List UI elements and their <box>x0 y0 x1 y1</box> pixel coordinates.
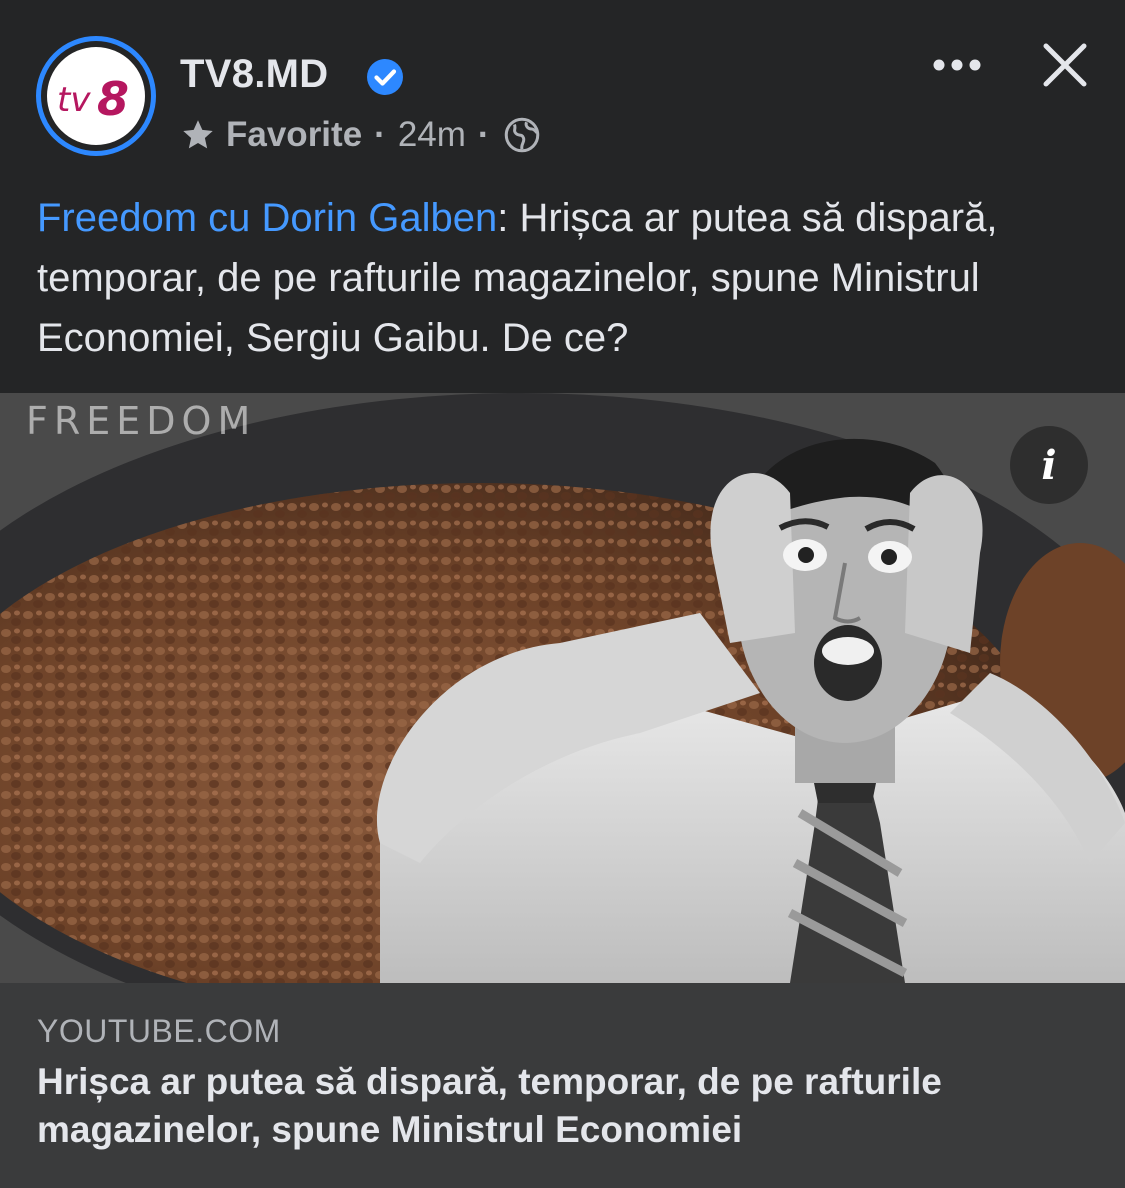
meta-separator: · <box>374 115 386 154</box>
close-button[interactable] <box>1036 36 1094 94</box>
globe-icon[interactable] <box>504 117 540 153</box>
close-icon <box>1043 43 1087 87</box>
post-meta: Favorite · 24m · <box>180 112 540 158</box>
post-timestamp[interactable]: 24m <box>398 115 466 155</box>
buckwheat-shocked-man-image <box>0 393 1125 983</box>
post-image[interactable]: FREEDOM i <box>0 393 1125 983</box>
link-preview-title[interactable]: Hrișca ar putea să dispară, temporar, de… <box>37 1058 1097 1154</box>
more-options-button[interactable] <box>926 40 988 90</box>
page-name[interactable]: TV8.MD <box>180 52 328 97</box>
link-preview-domain: YOUTUBE.COM <box>37 1013 281 1049</box>
page-avatar[interactable]: tv 8 <box>36 36 156 156</box>
favorite-label: Favorite <box>226 115 363 154</box>
facebook-post: tv 8 TV8.MD Favorite · 24m · Freedom cu … <box>0 0 1125 1188</box>
more-dots-icon <box>933 59 981 71</box>
svg-text:tv: tv <box>57 80 91 120</box>
post-header: tv 8 TV8.MD Favorite · 24m · <box>0 0 1125 175</box>
svg-text:8: 8 <box>97 72 129 126</box>
verified-badge-icon <box>367 59 403 95</box>
image-watermark: FREEDOM <box>26 399 257 443</box>
star-icon <box>183 120 213 149</box>
tv8-logo: tv 8 <box>47 47 145 145</box>
meta-separator: · <box>477 115 490 154</box>
info-button[interactable]: i <box>1010 426 1088 504</box>
post-caption: Freedom cu Dorin Galben: Hrișca ar putea… <box>37 188 1097 368</box>
caption-mention-link[interactable]: Freedom cu Dorin Galben <box>37 196 497 240</box>
